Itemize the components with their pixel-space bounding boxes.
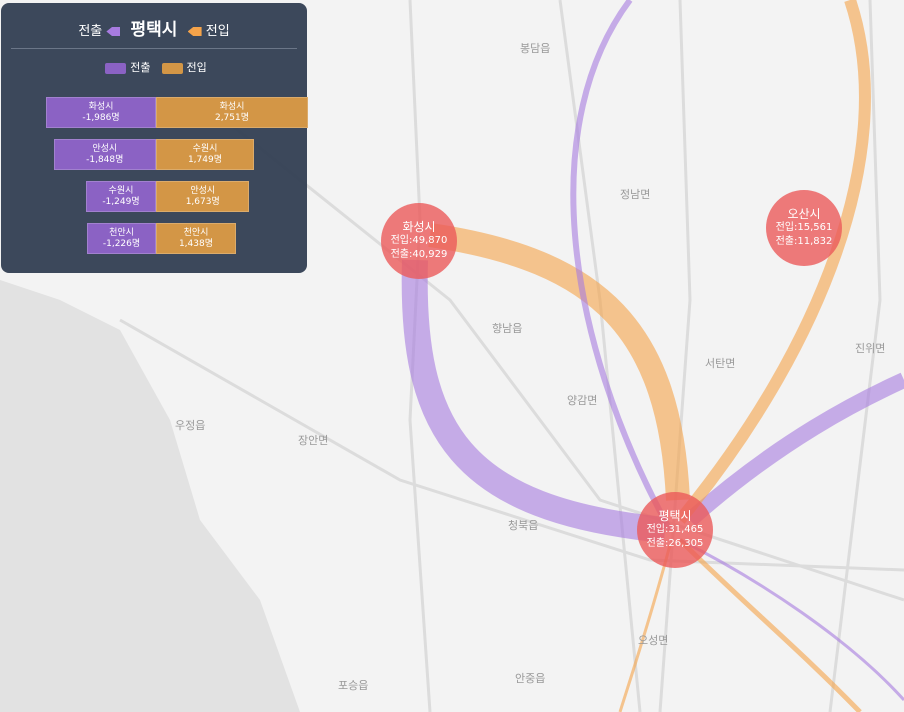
- out-value: -1,226명: [102, 238, 141, 249]
- node-in: 전입:31,465: [646, 524, 704, 535]
- place-label: 포승읍: [338, 679, 369, 692]
- in-value: 1,673명: [185, 196, 220, 207]
- in-bar: 천안시 1,438명: [155, 223, 236, 254]
- node-name: 화성시: [402, 220, 436, 234]
- node-name: 평택시: [658, 509, 692, 523]
- out-value: -1,986명: [82, 112, 120, 123]
- node-hwaseong[interactable]: 화성시 전입:49,870 전출:40,929: [381, 203, 457, 279]
- legend-out-label: 전출: [130, 61, 151, 74]
- node-out: 전출:26,305: [646, 538, 704, 549]
- legend-in-label: 전입: [186, 61, 207, 74]
- place-label: 안중읍: [515, 672, 546, 685]
- in-bar: 수원시 1,749명: [155, 139, 254, 170]
- in-value: 2,751명: [214, 112, 250, 123]
- in-city: 천안시: [183, 227, 209, 238]
- legend-out-swatch: [105, 62, 127, 74]
- place-label: 봉담읍: [520, 42, 551, 55]
- migration-bar-row: 수원시 -1,249명 안성시 1,673명: [85, 181, 250, 212]
- in-arrow-icon: [187, 27, 202, 36]
- out-city: 천안시: [109, 227, 134, 238]
- in-city: 화성시: [219, 101, 245, 112]
- flow-out-1: [570, 0, 673, 532]
- out-bar: 천안시 -1,226명: [87, 223, 156, 254]
- flow-in-osan: [675, 0, 871, 524]
- place-label: 우정읍: [175, 419, 206, 432]
- in-bar: 안성시 1,673명: [155, 181, 250, 212]
- center-city: 평택시: [130, 20, 178, 40]
- out-bar: 안성시 -1,848명: [53, 139, 156, 170]
- out-city: 안성시: [92, 143, 118, 154]
- sea-area: [0, 280, 300, 712]
- out-bar: 수원시 -1,249명: [85, 181, 156, 212]
- in-city: 수원시: [192, 143, 218, 154]
- in-value: 1,438명: [178, 238, 213, 249]
- node-in: 전입:15,561: [775, 222, 833, 233]
- out-city: 수원시: [108, 185, 134, 196]
- place-label: 향남읍: [492, 322, 523, 335]
- legend: 전출 전입: [1, 59, 307, 75]
- place-label: 청북읍: [508, 519, 539, 532]
- migration-bar-row: 안성시 -1,848명 수원시 1,749명: [53, 139, 254, 170]
- out-bar: 화성시 -1,986명: [46, 97, 156, 128]
- place-label: 정남면: [620, 188, 651, 201]
- node-name: 오산시: [787, 207, 821, 221]
- place-label: 진위면: [855, 342, 886, 355]
- legend-in-swatch: [161, 62, 183, 74]
- in-value: 1,749명: [187, 154, 222, 165]
- out-value: -1,249명: [102, 196, 140, 207]
- node-in: 전입:49,870: [390, 235, 448, 246]
- in-label: 전입: [205, 24, 230, 39]
- place-label: 장안면: [298, 434, 329, 447]
- migration-bar-row: 화성시 -1,986명 화성시 2,751명: [46, 97, 308, 128]
- node-pyeongtaek[interactable]: 평택시 전입:31,465 전출:26,305: [637, 492, 713, 568]
- summary-panel: 전출 평택시 전입 전출 전입 화성시 -1,986명 화성시 2,751명 안성시 -1…: [1, 3, 308, 273]
- place-label: 오성면: [638, 634, 669, 647]
- out-arrow-icon: [106, 27, 121, 36]
- place-label: 서탄면: [705, 357, 736, 370]
- out-value: -1,848명: [86, 154, 124, 165]
- node-out: 전출:40,929: [390, 249, 448, 260]
- node-out: 전출:11,832: [775, 236, 833, 247]
- panel-title: 전출 평택시 전입: [1, 15, 307, 40]
- node-osan[interactable]: 오산시 전입:15,561 전출:11,832: [766, 190, 842, 266]
- in-bar: 화성시 2,751명: [156, 97, 308, 128]
- flow-out-2: [684, 372, 904, 526]
- in-city: 안성시: [190, 185, 216, 196]
- place-label: 양감면: [567, 394, 598, 407]
- divider: [11, 48, 297, 49]
- out-label: 전출: [78, 24, 103, 39]
- out-city: 화성시: [88, 101, 114, 112]
- migration-bar-row: 천안시 -1,226명 천안시 1,438명: [87, 223, 236, 254]
